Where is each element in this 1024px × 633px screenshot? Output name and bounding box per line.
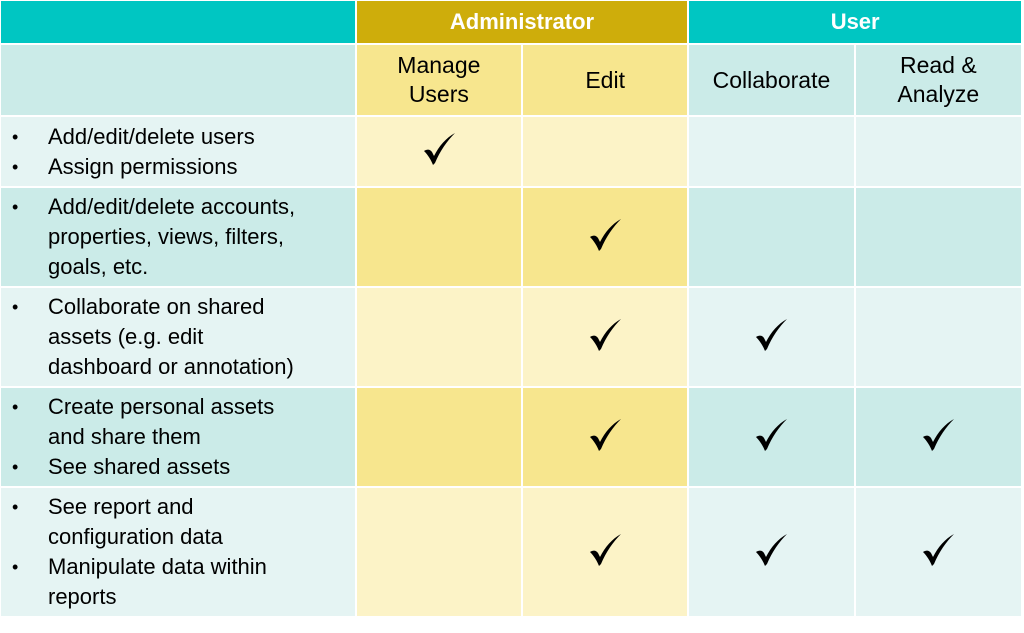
cell-manage-users (356, 288, 521, 386)
column-header-line: Analyze (897, 81, 980, 107)
bullet-item: See shared assets (1, 452, 355, 482)
cell-manage-users (356, 488, 521, 616)
bullet-list: Collaborate on shared assets (e.g. edit da… (1, 292, 355, 382)
column-header-row: Manage Users Edit Collaborate Read & Ana… (1, 45, 1021, 115)
column-header-edit: Edit (523, 45, 688, 115)
cell-collaborate (689, 388, 854, 486)
bullet-item: Collaborate on shared assets (e.g. edit da… (1, 292, 355, 382)
cell-edit (523, 488, 688, 616)
cell-collaborate (689, 188, 854, 286)
column-header-blank (1, 45, 355, 115)
bullet-item: Create personal assets and share them (1, 392, 355, 452)
checkmark-icon (920, 532, 956, 568)
group-header-administrator: Administrator (356, 1, 688, 43)
cell-edit (523, 388, 688, 486)
table-body: Add/edit/delete usersAssign permissions … (1, 117, 1021, 616)
checkmark-icon (587, 417, 623, 453)
group-header-row: Administrator User (1, 1, 1021, 43)
bullet-item: Manipulate data within reports (1, 552, 355, 612)
bullet-text: and share them (48, 424, 201, 449)
cell-manage-users (356, 388, 521, 486)
cell-collaborate (689, 117, 854, 186)
bullet-item: Assign permissions (1, 152, 355, 182)
checkmark-icon (587, 217, 623, 253)
cell-collaborate (689, 288, 854, 386)
bullet-text: Assign permissions (48, 153, 238, 179)
cell-manage-users (356, 117, 521, 186)
checkmark-icon (753, 532, 789, 568)
group-header-blank (1, 1, 355, 43)
table-row: See report and configuration data Manipula… (1, 488, 1021, 616)
permission-description: Collaborate on shared assets (e.g. edit da… (1, 288, 355, 386)
cell-collaborate (689, 488, 854, 616)
cell-read-analyze (855, 117, 1021, 186)
permission-description: Create personal assets and share them See … (1, 388, 355, 486)
bullet-list: Add/edit/delete users Assign permissions (1, 122, 355, 182)
bullet-text: goals, etc. (48, 254, 149, 279)
bullet-item: Add/edit/delete accounts, properties, vie… (1, 192, 355, 282)
checkmark-icon (587, 317, 623, 353)
cell-edit (523, 117, 688, 186)
cell-manage-users (356, 188, 521, 286)
bullet-text: Collaborate on shared (48, 294, 265, 319)
permissions-table: Administrator User Manage Users Edit Col… (0, 0, 1023, 618)
table-row: Create personal assets and share them See … (1, 388, 1021, 486)
table-row: Collaborate on shared assets (e.g. edit da… (1, 288, 1021, 386)
column-header-manage-users: Manage Users (356, 45, 521, 115)
checkmark-icon (421, 131, 457, 167)
cell-read-analyze (855, 488, 1021, 616)
bullet-text: Add/edit/delete users (48, 123, 255, 149)
bullet-text: Manipulate data within (48, 554, 267, 579)
table-row: Add/edit/delete accounts, properties, vie… (1, 188, 1021, 286)
table-row: Add/edit/delete users Assign permissions (1, 117, 1021, 186)
bullet-text: Create personal assets (48, 394, 275, 419)
cell-read-analyze (855, 388, 1021, 486)
group-header-user: User (689, 1, 1021, 43)
bullet-text: assets (e.g. edit (48, 324, 204, 349)
checkmark-icon (753, 417, 789, 453)
cell-read-analyze (855, 188, 1021, 286)
bullet-list: Create personal assets and share them See … (1, 392, 355, 482)
cell-edit (523, 188, 688, 286)
column-header-line: Manage (397, 52, 481, 78)
bullet-text: properties, views, filters, (48, 224, 284, 249)
bullet-list: Add/edit/delete accounts, properties, vie… (1, 192, 355, 282)
column-header-line: Edit (585, 66, 625, 93)
permission-description: See report and configuration data Manipula… (1, 488, 355, 616)
bullet-text: dashboard or annotation) (48, 354, 294, 379)
bullet-list: See report and configuration data Manipula… (1, 492, 355, 612)
bullet-text: configuration data (48, 524, 223, 549)
checkmark-icon (753, 317, 789, 353)
bullet-item: See report and configuration data (1, 492, 355, 552)
column-header-line: Users (408, 81, 469, 107)
bullet-text: Add/edit/delete accounts, (48, 194, 296, 219)
cell-read-analyze (855, 288, 1021, 386)
bullet-text: reports (48, 584, 117, 609)
column-header-line: Read & (899, 52, 977, 78)
permission-description: Add/edit/delete users Assign permissions (1, 117, 355, 186)
permission-description: Add/edit/delete accounts, properties, vie… (1, 188, 355, 286)
column-header-read-analyze: Read & Analyze (855, 45, 1021, 115)
bullet-text: See shared assets (48, 454, 231, 479)
checkmark-icon (920, 417, 956, 453)
bullet-item: Add/edit/delete users (1, 122, 355, 152)
checkmark-icon (587, 532, 623, 568)
column-header-collaborate: Collaborate (689, 45, 854, 115)
bullet-text: See report and (48, 494, 194, 519)
column-header-line: Collaborate (712, 66, 831, 93)
cell-edit (523, 288, 688, 386)
